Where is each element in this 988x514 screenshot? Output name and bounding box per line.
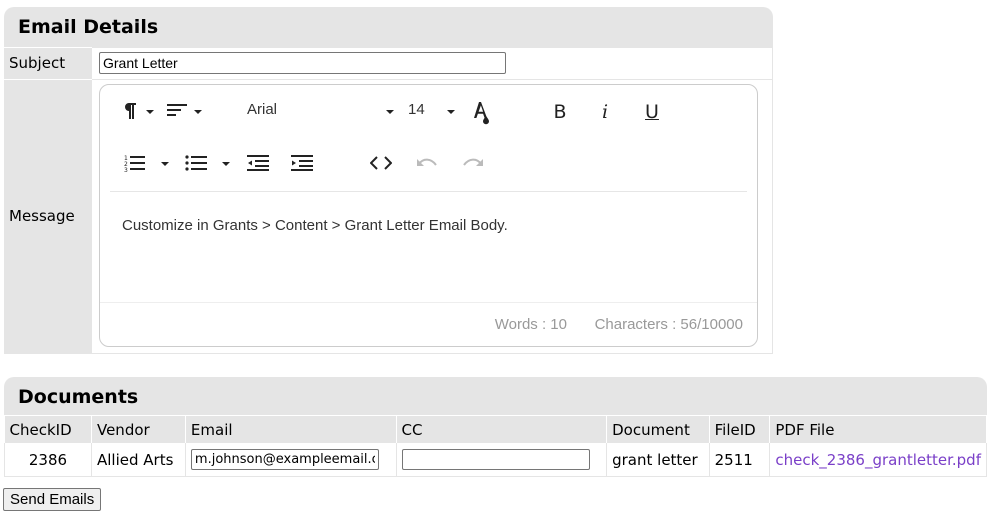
editor-content[interactable]: Customize in Grants > Content > Grant Le… [122, 217, 508, 234]
character-count: Characters : 56/10000 [594, 316, 743, 333]
table-header-row: CheckID Vendor Email CC Document FileID … [4, 416, 987, 443]
column-header-cc: CC [396, 416, 608, 443]
subject-row-divider [92, 79, 773, 80]
font-size-dropdown-caret [447, 110, 455, 114]
indent-icon[interactable] [290, 151, 314, 175]
email-input[interactable] [190, 449, 379, 470]
email-details-title: Email Details [18, 16, 159, 38]
message-label: Message [4, 80, 92, 354]
pdf-file-cell: check_2386_grantletter.pdf [769, 443, 987, 477]
svg-text:3: 3 [124, 167, 128, 172]
underline-icon[interactable]: U [637, 99, 667, 125]
documents-table: CheckID Vendor Email CC Document FileID … [4, 416, 987, 477]
email-details-header: Email Details [4, 7, 773, 47]
column-header-pdf-file: PDF File [769, 416, 987, 443]
cc-cell [396, 443, 608, 477]
bold-icon[interactable]: B [545, 99, 575, 125]
editor-footer: Words : 10 Characters : 56/10000 [100, 302, 757, 347]
table-row: 2386 Allied Arts grant letter 2511 check… [4, 443, 987, 477]
check-id-cell: 2386 [4, 443, 92, 477]
text-color-icon[interactable] [470, 99, 494, 127]
send-emails-button[interactable]: Send Emails [3, 488, 102, 511]
italic-icon[interactable]: i [592, 99, 618, 125]
column-header-document: Document [606, 416, 710, 443]
column-header-fileid: FileID [709, 416, 771, 443]
column-header-vendor: Vendor [91, 416, 186, 443]
documents-title: Documents [18, 386, 139, 408]
ordered-list-icon[interactable]: 123 [122, 151, 174, 175]
pdf-file-link[interactable]: check_2386_grantletter.pdf [775, 451, 981, 469]
rich-text-editor: Arial 14 B i U 123 Customize in Grants >… [99, 84, 758, 347]
column-header-checkid: CheckID [4, 416, 92, 443]
file-id-cell: 2511 [709, 443, 771, 477]
outdent-icon[interactable] [246, 151, 270, 175]
email-cell [185, 443, 397, 477]
font-family-dropdown-caret [386, 110, 394, 114]
subject-row-top-border [92, 47, 773, 48]
toolbar-divider [110, 191, 747, 192]
cc-input[interactable] [401, 449, 590, 470]
code-view-icon[interactable] [368, 151, 394, 175]
unordered-list-icon[interactable] [184, 151, 234, 175]
email-details-right-border [772, 48, 773, 354]
paragraph-format-icon[interactable] [120, 99, 156, 123]
documents-header: Documents [4, 377, 987, 415]
word-count: Words : 10 [494, 316, 567, 333]
column-header-email: Email [185, 416, 397, 443]
font-family-value: Arial [247, 101, 278, 118]
message-row-bottom-border [92, 353, 773, 354]
document-cell: grant letter [606, 443, 710, 477]
redo-icon[interactable] [460, 151, 486, 175]
subject-label: Subject [4, 48, 92, 79]
subject-input[interactable] [99, 52, 506, 74]
vendor-cell: Allied Arts [91, 443, 186, 477]
font-size-value: 14 [408, 101, 425, 118]
paragraph-align-icon[interactable] [166, 99, 204, 123]
undo-icon[interactable] [414, 151, 440, 175]
